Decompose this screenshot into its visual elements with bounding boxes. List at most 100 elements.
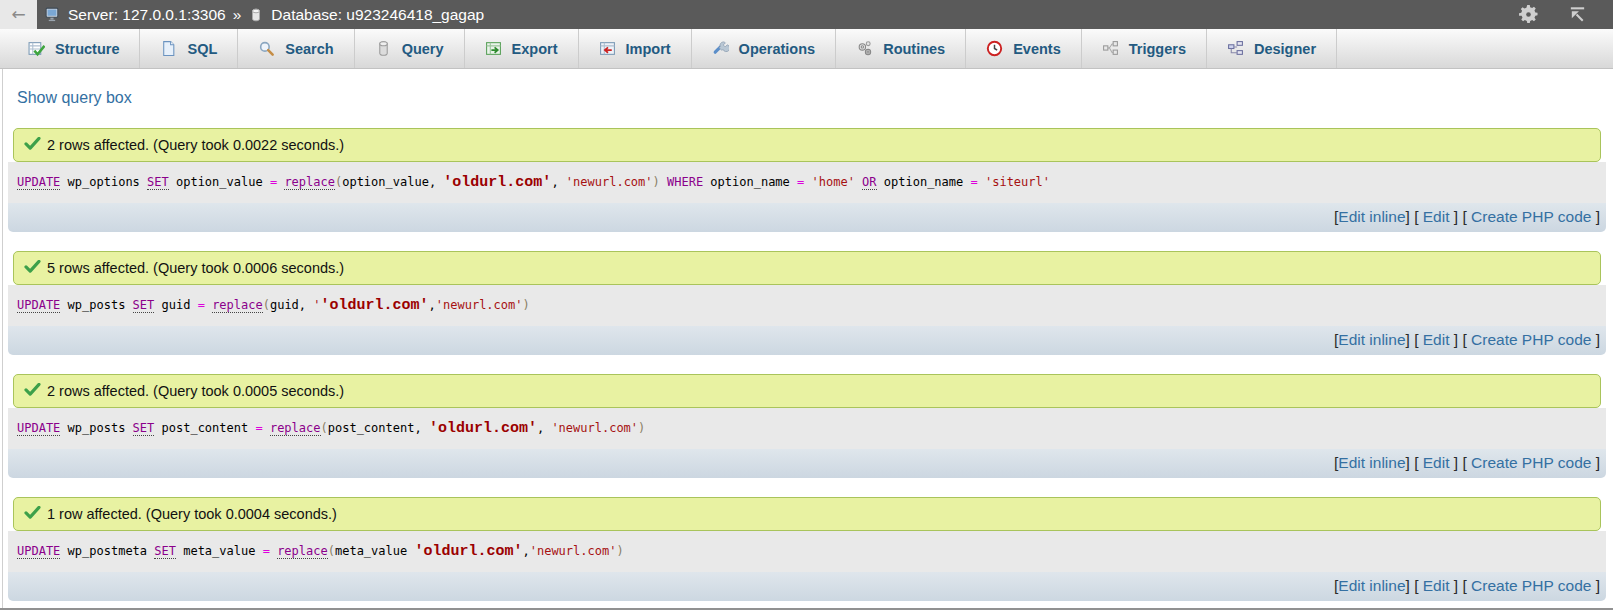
sql-token: SET: [133, 421, 155, 436]
sql-token: replace: [284, 175, 335, 190]
bottom-divider: [0, 608, 1613, 610]
sql-query-code: UPDATE wp_posts SET guid = replace(guid,…: [17, 298, 530, 312]
success-check-icon: [24, 506, 41, 522]
tab-bar: Structure SQL Search Query Export Import…: [0, 29, 1613, 69]
sql-token: (: [321, 421, 328, 435]
footer-link[interactable]: Edit: [1423, 331, 1450, 348]
tab-structure[interactable]: Structure: [8, 29, 140, 68]
tab-events[interactable]: Events: [966, 29, 1082, 68]
sql-token: wp_posts: [60, 421, 132, 435]
sql-token: replace: [277, 544, 328, 559]
tab-label: Import: [626, 41, 671, 57]
tab-sql[interactable]: SQL: [140, 29, 238, 68]
tab-operations[interactable]: Operations: [692, 29, 837, 68]
footer-bracket: ] [: [1406, 208, 1423, 225]
footer-bracket: ]: [1591, 577, 1600, 594]
database-icon: [248, 7, 264, 23]
back-arrow-icon: ←: [11, 6, 25, 23]
tab-query[interactable]: Query: [355, 29, 465, 68]
success-message: 5 rows affected. (Query took 0.0006 seco…: [13, 251, 1601, 285]
sql-query: UPDATE wp_posts SET post_content = repla…: [8, 408, 1606, 449]
events-icon: [986, 40, 1003, 57]
footer-link[interactable]: Create PHP code: [1471, 331, 1591, 348]
sql-token: 'oldurl.com': [429, 420, 537, 437]
sql-token: SET: [154, 544, 176, 559]
sql-token: wp_posts: [60, 298, 132, 312]
sql-token: guid: [154, 298, 197, 312]
tab-export[interactable]: Export: [465, 29, 579, 68]
routines-icon: [856, 40, 873, 57]
sql-token: 'siteurl': [985, 175, 1050, 189]
export-icon: [485, 40, 502, 57]
footer-link[interactable]: Edit inline: [1338, 331, 1405, 348]
sql-token: 'newurl.com': [566, 175, 653, 189]
scroll-top-icon[interactable]: [1568, 5, 1587, 28]
footer-link[interactable]: Create PHP code: [1471, 454, 1591, 471]
footer-link[interactable]: Edit: [1423, 454, 1450, 471]
show-query-box-link[interactable]: Show query box: [17, 89, 132, 107]
success-message-text: 2 rows affected. (Query took 0.0022 seco…: [47, 137, 344, 153]
settings-gear-icon[interactable]: [1518, 4, 1539, 29]
tab-designer[interactable]: Designer: [1207, 29, 1337, 68]
breadcrumb-database[interactable]: Database: u923246418_gagap: [271, 6, 484, 24]
sql-token: UPDATE: [17, 298, 60, 313]
back-button[interactable]: ←: [0, 0, 37, 29]
sql-query: UPDATE wp_options SET option_value = rep…: [8, 162, 1606, 203]
sql-token: WHERE: [667, 175, 703, 189]
query-result-block: 2 rows affected. (Query took 0.0005 seco…: [8, 374, 1606, 478]
sql-token: 'oldurl.com': [321, 297, 429, 314]
tab-import[interactable]: Import: [579, 29, 692, 68]
tab-label: Export: [512, 41, 558, 57]
result-footer: [Edit inline] [ Edit ] [ Create PHP code…: [8, 203, 1606, 232]
designer-icon: [1227, 40, 1244, 57]
success-check-icon: [24, 383, 41, 399]
sql-token: ): [638, 421, 645, 435]
breadcrumb-server[interactable]: Server: 127.0.0.1:3306: [68, 6, 226, 24]
footer-link[interactable]: Edit: [1423, 208, 1450, 225]
sql-token: 'newurl.com': [551, 421, 638, 435]
sql-token: =: [263, 544, 270, 558]
footer-link[interactable]: Edit inline: [1338, 208, 1405, 225]
success-message-text: 5 rows affected. (Query took 0.0006 seco…: [47, 260, 344, 276]
footer-bracket: ]: [1591, 331, 1600, 348]
tab-label: Search: [285, 41, 333, 57]
sql-icon: [160, 40, 177, 57]
sql-token: post_content,: [328, 421, 429, 435]
sql-token: 'newurl.com': [530, 544, 617, 558]
footer-link[interactable]: Edit inline: [1338, 454, 1405, 471]
sql-token: option_value,: [342, 175, 443, 189]
query-result-block: 1 row affected. (Query took 0.0004 secon…: [8, 497, 1606, 601]
structure-icon: [28, 40, 45, 57]
tab-triggers[interactable]: Triggers: [1082, 29, 1207, 68]
result-footer: [Edit inline] [ Edit ] [ Create PHP code…: [8, 449, 1606, 478]
footer-link[interactable]: Create PHP code: [1471, 208, 1591, 225]
success-message: 1 row affected. (Query took 0.0004 secon…: [13, 497, 1601, 531]
tab-search[interactable]: Search: [238, 29, 354, 68]
sql-token: meta_value: [176, 544, 263, 558]
tab-label: Query: [402, 41, 444, 57]
sql-token: SET: [147, 175, 169, 190]
sql-token: UPDATE: [17, 175, 60, 190]
footer-link[interactable]: Edit: [1423, 577, 1450, 594]
success-message: 2 rows affected. (Query took 0.0005 seco…: [13, 374, 1601, 408]
sql-token: [660, 175, 667, 189]
sql-token: (: [263, 298, 270, 312]
success-message: 2 rows affected. (Query took 0.0022 seco…: [13, 128, 1601, 162]
sql-token: =: [970, 175, 977, 189]
tab-label: Structure: [55, 41, 119, 57]
tab-label: Events: [1013, 41, 1061, 57]
sql-token: OR: [862, 175, 876, 190]
tab-routines[interactable]: Routines: [836, 29, 966, 68]
footer-link[interactable]: Create PHP code: [1471, 577, 1591, 594]
footer-bracket: ] [: [1406, 577, 1423, 594]
footer-bracket: ] [: [1449, 454, 1471, 471]
sql-token: guid,: [270, 298, 313, 312]
sql-token: option_value: [169, 175, 270, 189]
sql-token: ,: [522, 544, 529, 558]
search-icon: [258, 40, 275, 57]
footer-bracket: ] [: [1406, 331, 1423, 348]
footer-link[interactable]: Edit inline: [1338, 577, 1405, 594]
query-result-block: 5 rows affected. (Query took 0.0006 seco…: [8, 251, 1606, 355]
sql-token: 'oldurl.com': [414, 543, 522, 560]
sql-token: post_content: [154, 421, 255, 435]
